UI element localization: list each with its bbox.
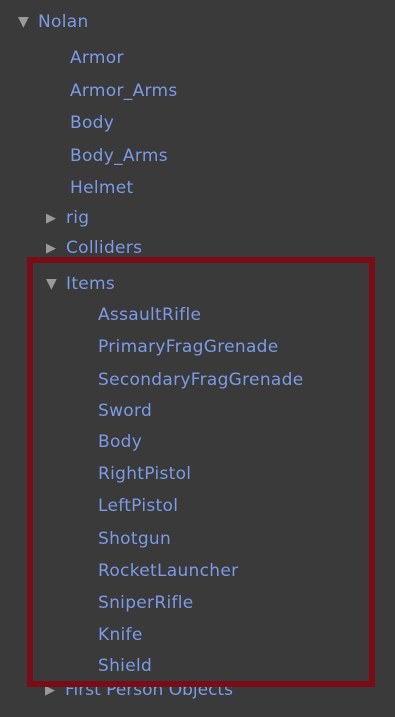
- tree-item-label: Shield: [98, 656, 153, 676]
- tree-item-primary-frag-grenade[interactable]: PrimaryFragGrenade: [98, 333, 279, 362]
- tree-item-body-arms[interactable]: Body_Arms: [70, 142, 168, 171]
- tree-item-label: RightPistol: [98, 464, 192, 484]
- tree-item-assault-rifle[interactable]: AssaultRifle: [98, 301, 201, 330]
- tree-item-label: Armor_Arms: [70, 81, 178, 101]
- tree-item-label: Sword: [98, 401, 153, 421]
- tree-item-label: Nolan: [38, 12, 89, 32]
- tree-item-label: PrimaryFragGrenade: [98, 337, 279, 357]
- tree-item-helmet[interactable]: Helmet: [70, 174, 133, 203]
- triangle-right-icon[interactable]: ▶: [45, 687, 65, 705]
- tree-item-first-person-objects[interactable]: ▶ First Person Objects: [45, 687, 395, 717]
- tree-item-label: Armor: [70, 48, 124, 68]
- tree-item-shield[interactable]: Shield: [98, 652, 152, 681]
- tree-item-label: Body_Arms: [70, 146, 168, 166]
- tree-item-colliders[interactable]: ▶ Colliders: [46, 234, 142, 263]
- tree-item-label: Body: [70, 113, 115, 133]
- tree-item-label: Shotgun: [98, 529, 172, 549]
- tree-item-sword[interactable]: Sword: [98, 397, 152, 426]
- tree-item-label: Knife: [98, 625, 143, 645]
- tree-item-armor-arms[interactable]: Armor_Arms: [70, 77, 178, 106]
- tree-item-shotgun[interactable]: Shotgun: [98, 525, 171, 554]
- tree-item-sniper-rifle[interactable]: SniperRifle: [98, 589, 194, 618]
- tree-item-label: Colliders: [66, 238, 143, 258]
- tree-item-armor[interactable]: Armor: [70, 44, 124, 73]
- tree-item-label: RocketLauncher: [98, 561, 239, 581]
- tree-item-items[interactable]: ▼ Items: [46, 270, 115, 299]
- tree-item-label: SecondaryFragGrenade: [98, 370, 304, 390]
- tree-item-right-pistol[interactable]: RightPistol: [98, 460, 191, 489]
- tree-item-nolan[interactable]: ▼ Nolan: [18, 8, 89, 37]
- tree-item-secondary-frag-grenade[interactable]: SecondaryFragGrenade: [98, 366, 303, 395]
- tree-item-label: Helmet: [70, 178, 134, 198]
- tree-item-label: Items: [66, 274, 116, 294]
- hierarchy-tree: ▼ Nolan Armor Armor_Arms Body Body_Arms H…: [0, 0, 395, 717]
- tree-item-label: Body: [98, 432, 143, 452]
- tree-item-label: LeftPistol: [98, 496, 179, 516]
- tree-item-label: AssaultRifle: [98, 305, 202, 325]
- triangle-right-icon[interactable]: ▶: [46, 204, 66, 233]
- tree-item-rocket-launcher[interactable]: RocketLauncher: [98, 557, 238, 586]
- tree-item-label: SniperRifle: [98, 593, 194, 613]
- tree-item-left-pistol[interactable]: LeftPistol: [98, 492, 178, 521]
- tree-item-knife[interactable]: Knife: [98, 621, 143, 650]
- tree-item-rig[interactable]: ▶ rig: [46, 204, 89, 233]
- triangle-down-icon[interactable]: ▼: [18, 8, 38, 37]
- triangle-right-icon[interactable]: ▶: [46, 234, 66, 263]
- tree-item-label: rig: [66, 208, 90, 228]
- tree-item-items-body[interactable]: Body: [98, 428, 142, 457]
- triangle-down-icon[interactable]: ▼: [46, 270, 66, 299]
- tree-item-label: First Person Objects: [65, 687, 233, 700]
- tree-item-body[interactable]: Body: [70, 109, 114, 138]
